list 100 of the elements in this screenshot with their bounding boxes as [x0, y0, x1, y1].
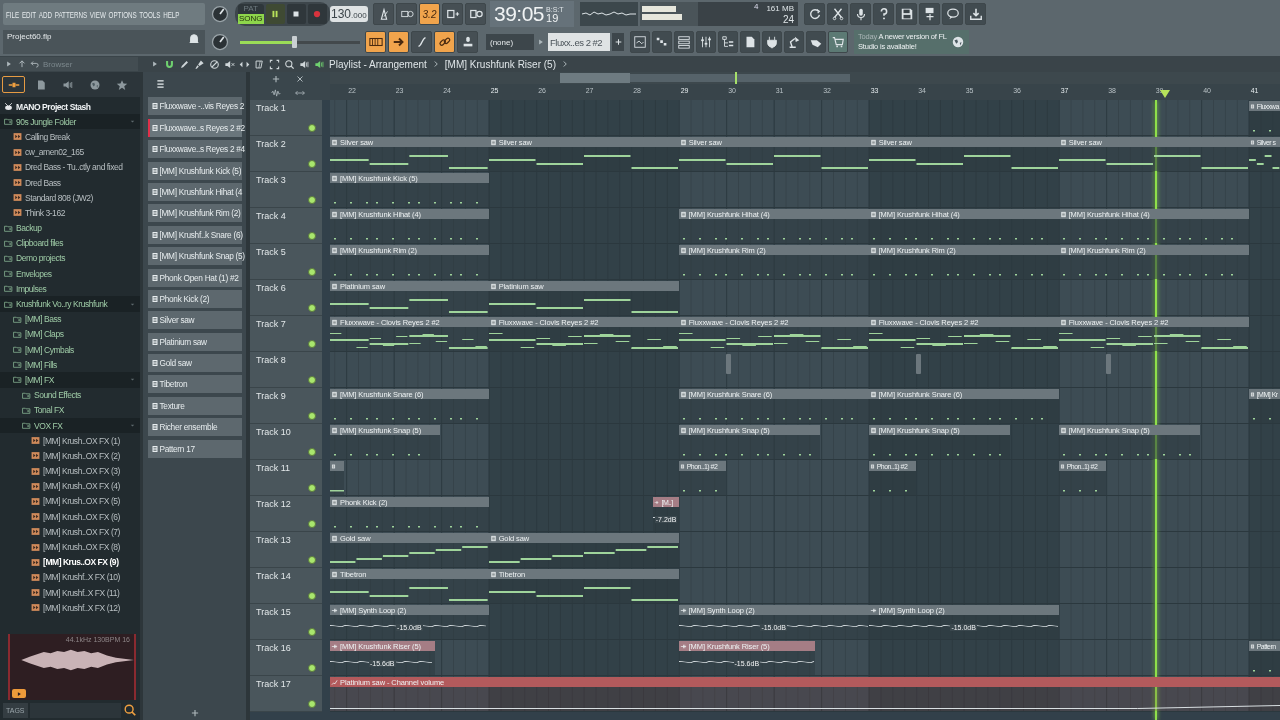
pattern-clip[interactable] — [330, 461, 345, 495]
brush-icon[interactable] — [194, 58, 205, 70]
sample-item[interactable]: [MM] Krush..OX FX (3) — [43, 466, 120, 477]
pattern-clip[interactable] — [726, 354, 732, 374]
pattern-item[interactable]: Richer ensemble — [147, 418, 242, 437]
play-button[interactable] — [265, 4, 285, 24]
microphone-button[interactable] — [850, 3, 871, 25]
pattern-item[interactable]: Gold saw — [147, 354, 242, 373]
select-icon[interactable] — [269, 58, 280, 70]
pattern-song-toggle[interactable]: PAT SONG — [238, 4, 264, 24]
track-enable-switch[interactable] — [308, 160, 316, 168]
pattern-item[interactable]: Texture — [147, 396, 242, 415]
track-enable-switch[interactable] — [308, 628, 316, 636]
track-enable-switch[interactable] — [308, 592, 316, 600]
pattern-clip[interactable] — [1106, 354, 1112, 374]
save-button[interactable] — [896, 3, 917, 25]
preview-play-button[interactable] — [12, 689, 26, 698]
sample-item[interactable]: [MM] Krush..OX FX (8) — [43, 542, 120, 553]
sample-item[interactable]: [MM] Krush..OX FX (6) — [43, 511, 120, 522]
master-volume-slider[interactable] — [240, 36, 360, 48]
desk-lamp-button[interactable] — [784, 31, 804, 53]
pattern-item[interactable]: Silver saw — [147, 311, 242, 330]
pattern-selector[interactable]: Fluxx..es 2 #2 — [548, 33, 610, 51]
menu-item[interactable]: ADD — [38, 8, 53, 20]
pattern-item[interactable]: [MM] Krushfunk Hihat (4 — [147, 182, 242, 201]
folder-item[interactable]: [MM] Bass — [25, 314, 62, 325]
sample-item[interactable]: [MM] Krush..OX FX (4) — [43, 481, 120, 492]
slider-thumb[interactable] — [292, 36, 297, 48]
track-enable-switch[interactable] — [308, 412, 316, 420]
sample-item[interactable]: [MM] Krushf..X FX (12) — [43, 602, 120, 613]
download-button[interactable] — [965, 3, 986, 25]
track-enable-switch[interactable] — [308, 556, 316, 564]
track-enable-switch[interactable] — [308, 340, 316, 348]
track-enable-switch[interactable] — [308, 232, 316, 240]
track-enable-switch[interactable] — [308, 448, 316, 456]
pattern-item[interactable]: [MM] Krushf..k Snare (6) — [147, 225, 242, 244]
menu-item[interactable]: TOOLS — [139, 8, 161, 20]
folder-item[interactable]: Sound Effects — [34, 390, 81, 401]
mixer-button[interactable] — [696, 31, 716, 53]
pattern-clip[interactable] — [916, 354, 922, 374]
step-grid-button[interactable] — [365, 31, 386, 53]
sample-item[interactable]: Dred Bass — [25, 177, 61, 188]
sample-item[interactable]: [MM] Krushf..X FX (11) — [43, 587, 120, 598]
folder-item[interactable]: Envelopes — [16, 268, 52, 279]
right-arrow-button[interactable] — [388, 31, 409, 53]
track-enable-switch[interactable] — [308, 700, 316, 708]
track-enable-switch[interactable] — [308, 520, 316, 528]
menu-item[interactable]: VIEW — [89, 8, 106, 20]
sample-item[interactable]: Standard 808 (JW2) — [25, 192, 93, 203]
track-enable-switch[interactable] — [308, 124, 316, 132]
sample-item[interactable]: [MM] Krush..OX FX (5) — [43, 496, 120, 507]
pattern-item[interactable]: Fluxxwave -..vis Reyes 2 — [147, 97, 242, 116]
folder-item[interactable]: MANO Project Stash — [16, 101, 91, 112]
sample-item[interactable]: [MM] Krush..OX FX (2) — [43, 450, 120, 461]
menu-item[interactable]: PATTERNS — [54, 8, 88, 20]
pattern-item[interactable]: Tibetron — [147, 375, 242, 394]
link-button[interactable] — [434, 31, 455, 53]
channel-rack-button[interactable] — [674, 31, 694, 53]
sample-item[interactable]: [MM] Krush..OX FX (7) — [43, 526, 120, 537]
scissors-button[interactable] — [827, 3, 848, 25]
track-enable-switch[interactable] — [308, 268, 316, 276]
folder-item[interactable]: [MM] FX — [25, 374, 54, 385]
plug-button[interactable] — [762, 31, 782, 53]
menu-item[interactable]: HELP — [163, 8, 180, 20]
folder-item[interactable]: [MM] Fills — [25, 359, 57, 370]
zoom-icon[interactable] — [284, 58, 295, 70]
magnet-icon[interactable] — [164, 58, 175, 70]
track-enable-switch[interactable] — [308, 304, 316, 312]
track-enable-switch[interactable] — [308, 664, 316, 672]
playlist-button[interactable] — [630, 31, 650, 53]
folder-tree-button[interactable] — [718, 31, 738, 53]
pattern-item[interactable]: Platinium saw — [147, 332, 242, 351]
menu-item[interactable]: FILE — [6, 8, 20, 20]
sample-item[interactable]: Think 3-162 — [25, 207, 65, 218]
sample-item[interactable]: Dred Bass - Tu..ctly and fixed — [25, 162, 123, 173]
track-enable-switch[interactable] — [308, 484, 316, 492]
folder-item[interactable]: VOX FX — [34, 420, 63, 431]
typing-keyboard-button[interactable]: 3.2 — [419, 3, 440, 25]
tempo-field[interactable]: 130.000 — [330, 6, 368, 22]
sample-item[interactable]: [MM] Krushf..X FX (10) — [43, 572, 120, 583]
track-enable-switch[interactable] — [308, 376, 316, 384]
folder-item[interactable]: [MM] Cymbals — [25, 344, 74, 355]
help-button[interactable] — [873, 3, 894, 25]
menu-item[interactable]: EDIT — [21, 8, 37, 20]
browser-tab[interactable] — [2, 76, 25, 93]
pattern-item[interactable]: Pattern 17 — [147, 439, 242, 458]
folder-item[interactable]: Demo projects — [16, 253, 65, 264]
pattern-item[interactable]: Phonk Open Hat (1) #2 — [147, 268, 242, 287]
folder-item[interactable]: [MM] Claps — [25, 329, 64, 340]
add-pattern-button[interactable] — [612, 33, 624, 51]
document-button[interactable] — [740, 31, 760, 53]
sample-item[interactable]: [MM] Krush..OX FX (1) — [43, 435, 120, 446]
pencil-icon[interactable] — [179, 58, 190, 70]
stop-button[interactable] — [286, 4, 306, 24]
track-enable-switch[interactable] — [308, 196, 316, 204]
sample-item[interactable]: Calling Break — [25, 131, 70, 142]
piano-roll-button[interactable] — [652, 31, 672, 53]
metronome-button[interactable] — [373, 3, 394, 25]
snap-dropdown[interactable]: (none) — [486, 34, 534, 50]
sample-item[interactable]: cw_amen02_165 — [25, 147, 84, 158]
